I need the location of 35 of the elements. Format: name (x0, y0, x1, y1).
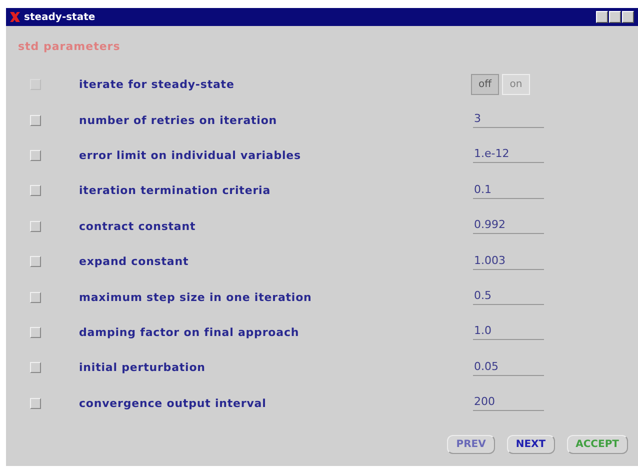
parameter-label: error limit on individual variables (79, 148, 302, 162)
parameter-label: iteration termination criteria (79, 184, 272, 198)
checkbox[interactable] (30, 362, 41, 374)
app-logo-icon (10, 12, 20, 22)
section-heading: std parameters (17, 39, 122, 53)
value-field[interactable]: 0.1 (473, 182, 544, 199)
parameter-label: damping factor on final approach (79, 326, 300, 339)
window-title: steady-state (24, 12, 96, 22)
value-field[interactable]: 1.0 (473, 324, 544, 340)
checkbox[interactable] (30, 114, 41, 126)
value-field[interactable]: 200 (473, 395, 544, 412)
value-field[interactable]: 1.003 (473, 254, 544, 270)
value-field[interactable]: 0.05 (473, 360, 544, 376)
parameter-label: initial perturbation (79, 361, 206, 374)
checkbox[interactable] (30, 292, 41, 303)
parameter-label: contract constant (79, 220, 197, 233)
checkbox[interactable] (30, 185, 41, 196)
parameter-label: maximum step size in one iteration (79, 290, 313, 304)
parameter-label: convergence output interval (79, 396, 268, 410)
checkbox[interactable] (30, 256, 41, 268)
value-field[interactable]: 1.e-12 (473, 147, 544, 164)
checkbox[interactable] (30, 398, 41, 409)
close-button[interactable] (622, 11, 634, 23)
value-field[interactable]: 0.992 (473, 218, 544, 234)
checkbox[interactable] (30, 326, 41, 338)
minimize-button[interactable] (596, 11, 608, 23)
parameter-label: iterate for steady-state (79, 78, 236, 92)
checkbox[interactable] (30, 150, 41, 161)
value-field[interactable]: 3 (473, 112, 544, 128)
maximize-button[interactable] (609, 11, 621, 23)
checkbox[interactable] (30, 220, 41, 232)
next-button[interactable]: NEXT (506, 434, 555, 454)
parameter-label: number of retries on iteration (79, 114, 278, 127)
value-field[interactable]: 0.5 (473, 289, 544, 306)
parameter-label: expand constant (79, 255, 190, 268)
